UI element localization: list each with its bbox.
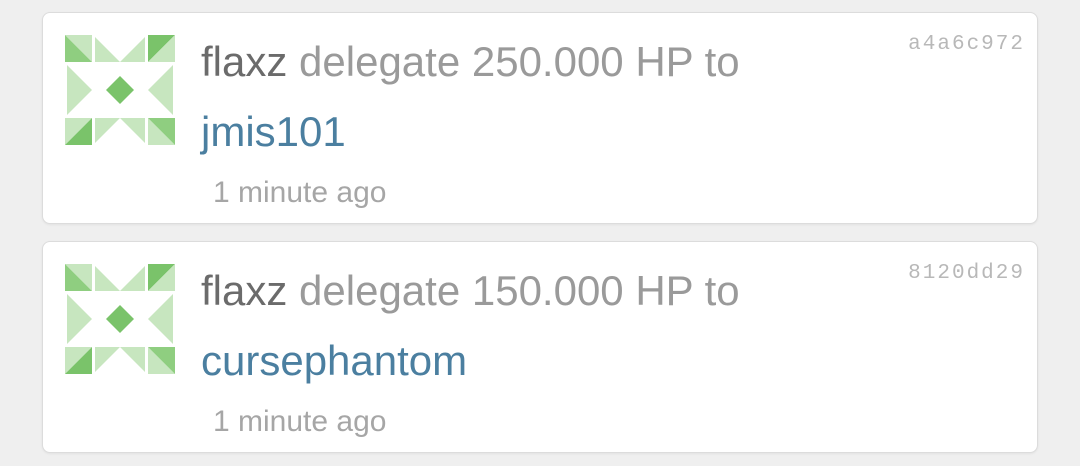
action-text: delegate 250.000 HP to [299,38,740,85]
operation-summary: flaxz delegate 250.000 HP to [201,41,740,83]
operation-card: 8120dd29 flaxz delegate 150.000 HP to cu… [42,241,1038,453]
transaction-id[interactable]: 8120dd29 [908,262,1025,285]
actor-link[interactable]: flaxz [201,38,287,85]
identicon-avatar-icon[interactable] [65,35,175,145]
target-account-link[interactable]: cursephantom [201,340,467,382]
transaction-id[interactable]: a4a6c972 [908,33,1025,56]
operations-feed: a4a6c972 flaxz delegate 250.000 HP to jm… [0,0,1080,466]
actor-link[interactable]: flaxz [201,267,287,314]
identicon-avatar-icon[interactable] [65,264,175,374]
timestamp: 1 minute ago [213,176,387,209]
timestamp: 1 minute ago [213,405,387,438]
target-account-link[interactable]: jmis101 [201,111,346,153]
operation-summary: flaxz delegate 150.000 HP to [201,270,740,312]
operation-card: a4a6c972 flaxz delegate 250.000 HP to jm… [42,12,1038,224]
action-text: delegate 150.000 HP to [299,267,740,314]
